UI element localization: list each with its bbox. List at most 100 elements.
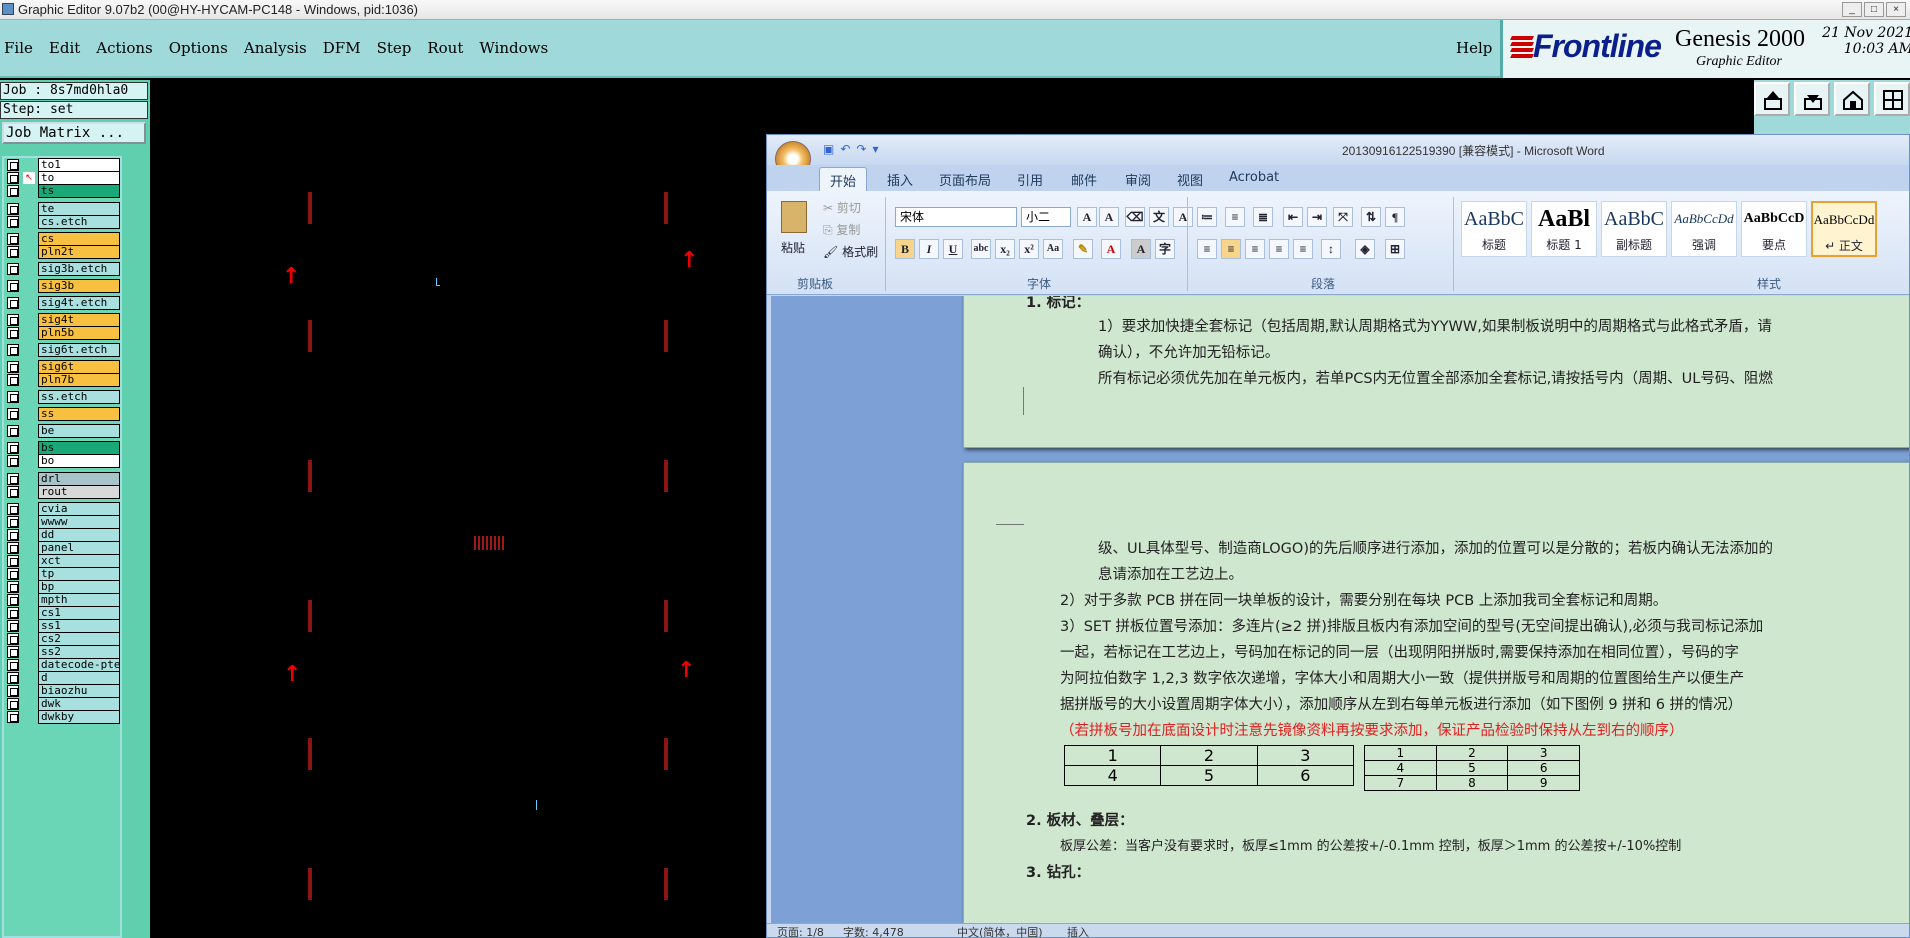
menu-analysis[interactable]: Analysis	[244, 39, 307, 57]
layer-checkbox[interactable]	[7, 542, 19, 554]
tab-review[interactable]: 审阅	[1125, 170, 1151, 189]
layer-checkbox[interactable]	[7, 442, 19, 454]
style-emphasis[interactable]: AaBbCcDd 强调	[1671, 201, 1737, 257]
style-strong[interactable]: AaBbCcD 要点	[1741, 201, 1807, 257]
download-button[interactable]	[1794, 82, 1830, 116]
subscript-button[interactable]: x₂	[995, 239, 1015, 259]
layer-row[interactable]: dd	[4, 528, 120, 542]
layer-row[interactable]: bp	[4, 580, 120, 594]
layer-row[interactable]: pln5b	[4, 326, 120, 340]
phonetic-button[interactable]: 文	[1149, 207, 1169, 227]
font-size-combo[interactable]: 小二	[1021, 207, 1071, 227]
shrink-font-button[interactable]: A	[1099, 207, 1119, 227]
insert-mode[interactable]: 插入	[1067, 924, 1089, 937]
layer-checkbox[interactable]	[7, 581, 19, 593]
layer-checkbox[interactable]	[7, 685, 19, 697]
layer-checkbox[interactable]	[7, 280, 19, 292]
layer-row[interactable]: to1	[4, 158, 120, 172]
layer-checkbox[interactable]	[7, 408, 19, 420]
tab-insert[interactable]: 插入	[887, 170, 913, 189]
layer-row[interactable]: xct	[4, 554, 120, 568]
clear-format-button[interactable]: ⌫	[1125, 207, 1145, 227]
layer-row[interactable]: ss.etch	[4, 390, 120, 404]
layer-checkbox[interactable]	[7, 529, 19, 541]
format-painter-button[interactable]: 🖌 格式刷	[823, 243, 878, 260]
layer-checkbox[interactable]	[7, 246, 19, 258]
show-marks-button[interactable]: ¶	[1385, 207, 1405, 227]
layer-checkbox[interactable]	[7, 344, 19, 356]
layer-row[interactable]: sig3b.etch	[4, 262, 120, 276]
distribute-button[interactable]: ≡	[1293, 239, 1313, 259]
borders-button[interactable]: ⊞	[1385, 239, 1405, 259]
underline-button[interactable]: U	[943, 239, 963, 259]
layer-row[interactable]: sig6t	[4, 360, 120, 374]
layer-checkbox[interactable]	[7, 503, 19, 515]
menu-options[interactable]: Options	[169, 39, 228, 57]
paste-button[interactable]: 粘贴	[781, 239, 805, 256]
menu-file[interactable]: File	[4, 39, 33, 57]
layer-row[interactable]: cs.etch	[4, 215, 120, 229]
layer-checkbox[interactable]	[7, 263, 19, 275]
layer-checkbox[interactable]	[7, 633, 19, 645]
copy-button[interactable]: ⎘ 复制	[823, 221, 860, 238]
layer-row[interactable]: cs1	[4, 606, 120, 620]
layer-checkbox[interactable]	[7, 159, 19, 171]
layer-row[interactable]: pln7b	[4, 373, 120, 387]
layer-row[interactable]: bo	[4, 454, 120, 468]
shading-button[interactable]: ◈	[1355, 239, 1375, 259]
layer-row[interactable]: ↖ to	[4, 171, 120, 185]
menu-rout[interactable]: Rout	[427, 39, 463, 57]
tab-mailings[interactable]: 邮件	[1071, 170, 1097, 189]
char-border-button[interactable]: A	[1173, 207, 1193, 227]
layer-row[interactable]: tp	[4, 567, 120, 581]
layer-row[interactable]: dwkby	[4, 710, 120, 724]
layer-checkbox[interactable]	[7, 698, 19, 710]
tab-home[interactable]: 开始	[819, 167, 868, 194]
layer-checkbox[interactable]	[7, 672, 19, 684]
layer-checkbox[interactable]	[7, 425, 19, 437]
multilevel-list-button[interactable]: ≣	[1253, 207, 1273, 227]
italic-button[interactable]: I	[919, 239, 939, 259]
change-case-button[interactable]: Aa	[1043, 239, 1063, 259]
asian-layout-button[interactable]: ⤧	[1333, 207, 1353, 227]
layer-checkbox[interactable]	[7, 185, 19, 197]
layer-row[interactable]: biaozhu	[4, 684, 120, 698]
layer-checkbox[interactable]	[7, 568, 19, 580]
home-button[interactable]	[1834, 82, 1870, 116]
justify-button[interactable]: ≡	[1269, 239, 1289, 259]
layer-row[interactable]: panel	[4, 541, 120, 555]
layer-row[interactable]: d	[4, 671, 120, 685]
close-button[interactable]: ×	[1886, 2, 1906, 17]
layer-row[interactable]: bs	[4, 441, 120, 455]
layer-checkbox[interactable]	[7, 314, 19, 326]
menu-actions[interactable]: Actions	[96, 39, 152, 57]
layer-checkbox[interactable]	[7, 233, 19, 245]
enclose-char-button[interactable]: 字	[1155, 239, 1175, 259]
layer-row[interactable]: datecode-pte	[4, 658, 120, 672]
layer-row[interactable]: ts	[4, 184, 120, 198]
style-subtitle[interactable]: AaBbC 副标题	[1601, 201, 1667, 257]
layer-row[interactable]: cs2	[4, 632, 120, 646]
word-count[interactable]: 字数: 4,478	[843, 924, 904, 937]
page-count[interactable]: 页面: 1/8	[777, 924, 824, 937]
layer-row[interactable]: rout	[4, 485, 120, 499]
language[interactable]: 中文(简体，中国)	[957, 924, 1043, 937]
grow-font-button[interactable]: A	[1077, 207, 1097, 227]
menu-windows[interactable]: Windows	[479, 39, 548, 57]
layer-checkbox[interactable]	[7, 327, 19, 339]
align-right-button[interactable]: ≡	[1245, 239, 1265, 259]
cut-button[interactable]: ✂ 剪切	[823, 199, 861, 216]
style-normal[interactable]: AaBbCcDd ↵ 正文	[1811, 201, 1877, 257]
minimize-button[interactable]: _	[1842, 2, 1862, 17]
highlight-button[interactable]: ✎	[1073, 239, 1093, 259]
layer-checkbox[interactable]	[7, 555, 19, 567]
layer-checkbox[interactable]	[7, 216, 19, 228]
layer-row[interactable]: sig4t.etch	[4, 296, 120, 310]
layer-checkbox[interactable]	[7, 607, 19, 619]
bullets-button[interactable]: ≔	[1197, 207, 1217, 227]
tab-view[interactable]: 视图	[1177, 170, 1203, 189]
menu-edit[interactable]: Edit	[49, 39, 80, 57]
superscript-button[interactable]: x²	[1019, 239, 1039, 259]
layer-checkbox[interactable]	[7, 172, 19, 184]
layer-row[interactable]: be	[4, 424, 120, 438]
